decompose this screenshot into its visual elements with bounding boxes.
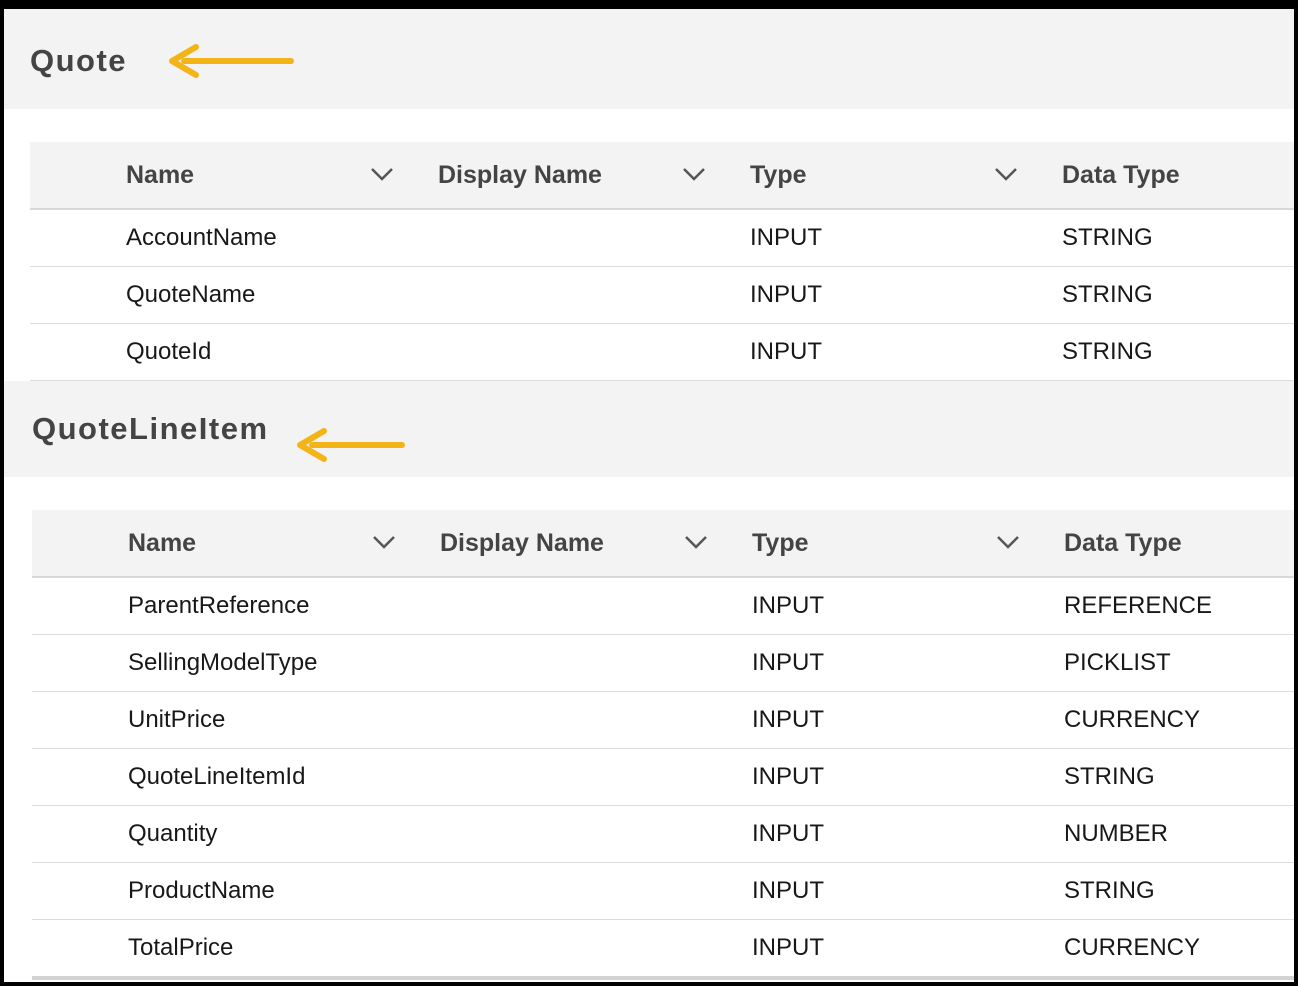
cell-type: INPUT <box>752 706 824 733</box>
column-header-type[interactable]: Type <box>752 510 809 576</box>
cell-name: QuoteLineItemId <box>128 763 306 790</box>
cell-type: INPUT <box>752 763 824 790</box>
cell-name: AccountName <box>126 224 277 251</box>
column-header-type[interactable]: Type <box>750 142 807 208</box>
cell-data-type: STRING <box>1064 763 1155 790</box>
cell-data-type: STRING <box>1064 877 1155 904</box>
cell-type: INPUT <box>750 224 822 251</box>
cell-data-type: STRING <box>1062 224 1153 251</box>
column-header-data-type[interactable]: Data Type <box>1062 142 1180 208</box>
table-bottom-divider <box>32 976 1294 980</box>
cell-type: INPUT <box>752 820 824 847</box>
cell-data-type: NUMBER <box>1064 820 1169 847</box>
left-arrow-icon <box>169 44 294 78</box>
cell-name: QuoteId <box>126 338 212 365</box>
table-header: Name Display Name Type Data Type <box>32 510 1294 578</box>
cell-data-type: STRING <box>1062 281 1153 308</box>
chevron-down-icon[interactable] <box>372 534 396 550</box>
table-row[interactable]: QuoteLineItemId INPUT STRING <box>32 749 1294 806</box>
table-row[interactable]: Quantity INPUT NUMBER <box>32 806 1294 863</box>
table-row[interactable]: QuoteName INPUT STRING <box>30 267 1294 324</box>
cell-data-type: STRING <box>1062 338 1153 365</box>
cell-name: ProductName <box>128 877 275 904</box>
cell-type: INPUT <box>752 934 824 961</box>
column-header-name[interactable]: Name <box>128 510 196 576</box>
cell-name: ParentReference <box>128 592 310 619</box>
cell-type: INPUT <box>750 338 822 365</box>
fields-table-quote-line-item: Name Display Name Type Data Type ParentR… <box>32 510 1294 980</box>
cell-type: INPUT <box>752 592 824 619</box>
table-row[interactable]: TotalPrice INPUT CURRENCY <box>32 920 1294 976</box>
cell-name: Quantity <box>128 820 218 847</box>
fields-table-quote: Name Display Name Type Data Type Account… <box>30 142 1294 381</box>
cell-name: TotalPrice <box>128 934 234 961</box>
table-header: Name Display Name Type Data Type <box>30 142 1294 210</box>
chevron-down-icon[interactable] <box>684 534 708 550</box>
cell-data-type: CURRENCY <box>1064 934 1201 961</box>
section-title: Quote <box>30 43 128 78</box>
column-header-name[interactable]: Name <box>126 142 194 208</box>
table-row[interactable]: ParentReference INPUT REFERENCE <box>32 578 1294 635</box>
section-header-quote-line-item: QuoteLineItem <box>4 381 1294 477</box>
section-header-quote: Quote <box>4 9 1294 109</box>
cell-name: UnitPrice <box>128 706 226 733</box>
table-row[interactable]: ProductName INPUT STRING <box>32 863 1294 920</box>
cell-type: INPUT <box>752 649 824 676</box>
cell-data-type: PICKLIST <box>1064 649 1171 676</box>
table-row[interactable]: SellingModelType INPUT PICKLIST <box>32 635 1294 692</box>
cell-data-type: REFERENCE <box>1064 592 1213 619</box>
cell-data-type: CURRENCY <box>1064 706 1201 733</box>
chevron-down-icon[interactable] <box>370 166 394 182</box>
chevron-down-icon[interactable] <box>682 166 706 182</box>
section-title: QuoteLineItem <box>32 411 269 446</box>
table-row[interactable]: UnitPrice INPUT CURRENCY <box>32 692 1294 749</box>
column-header-data-type[interactable]: Data Type <box>1064 510 1182 576</box>
chevron-down-icon[interactable] <box>994 166 1018 182</box>
screenshot-frame: Quote Name Display Name Type Data Type A… <box>4 9 1294 982</box>
column-header-display-name[interactable]: Display Name <box>440 510 604 576</box>
left-arrow-icon <box>297 428 405 462</box>
table-row[interactable]: AccountName INPUT STRING <box>30 210 1294 267</box>
table-row[interactable]: QuoteId INPUT STRING <box>30 324 1294 381</box>
cell-type: INPUT <box>752 877 824 904</box>
cell-type: INPUT <box>750 281 822 308</box>
column-header-display-name[interactable]: Display Name <box>438 142 602 208</box>
cell-name: QuoteName <box>126 281 256 308</box>
chevron-down-icon[interactable] <box>996 534 1020 550</box>
cell-name: SellingModelType <box>128 649 318 676</box>
